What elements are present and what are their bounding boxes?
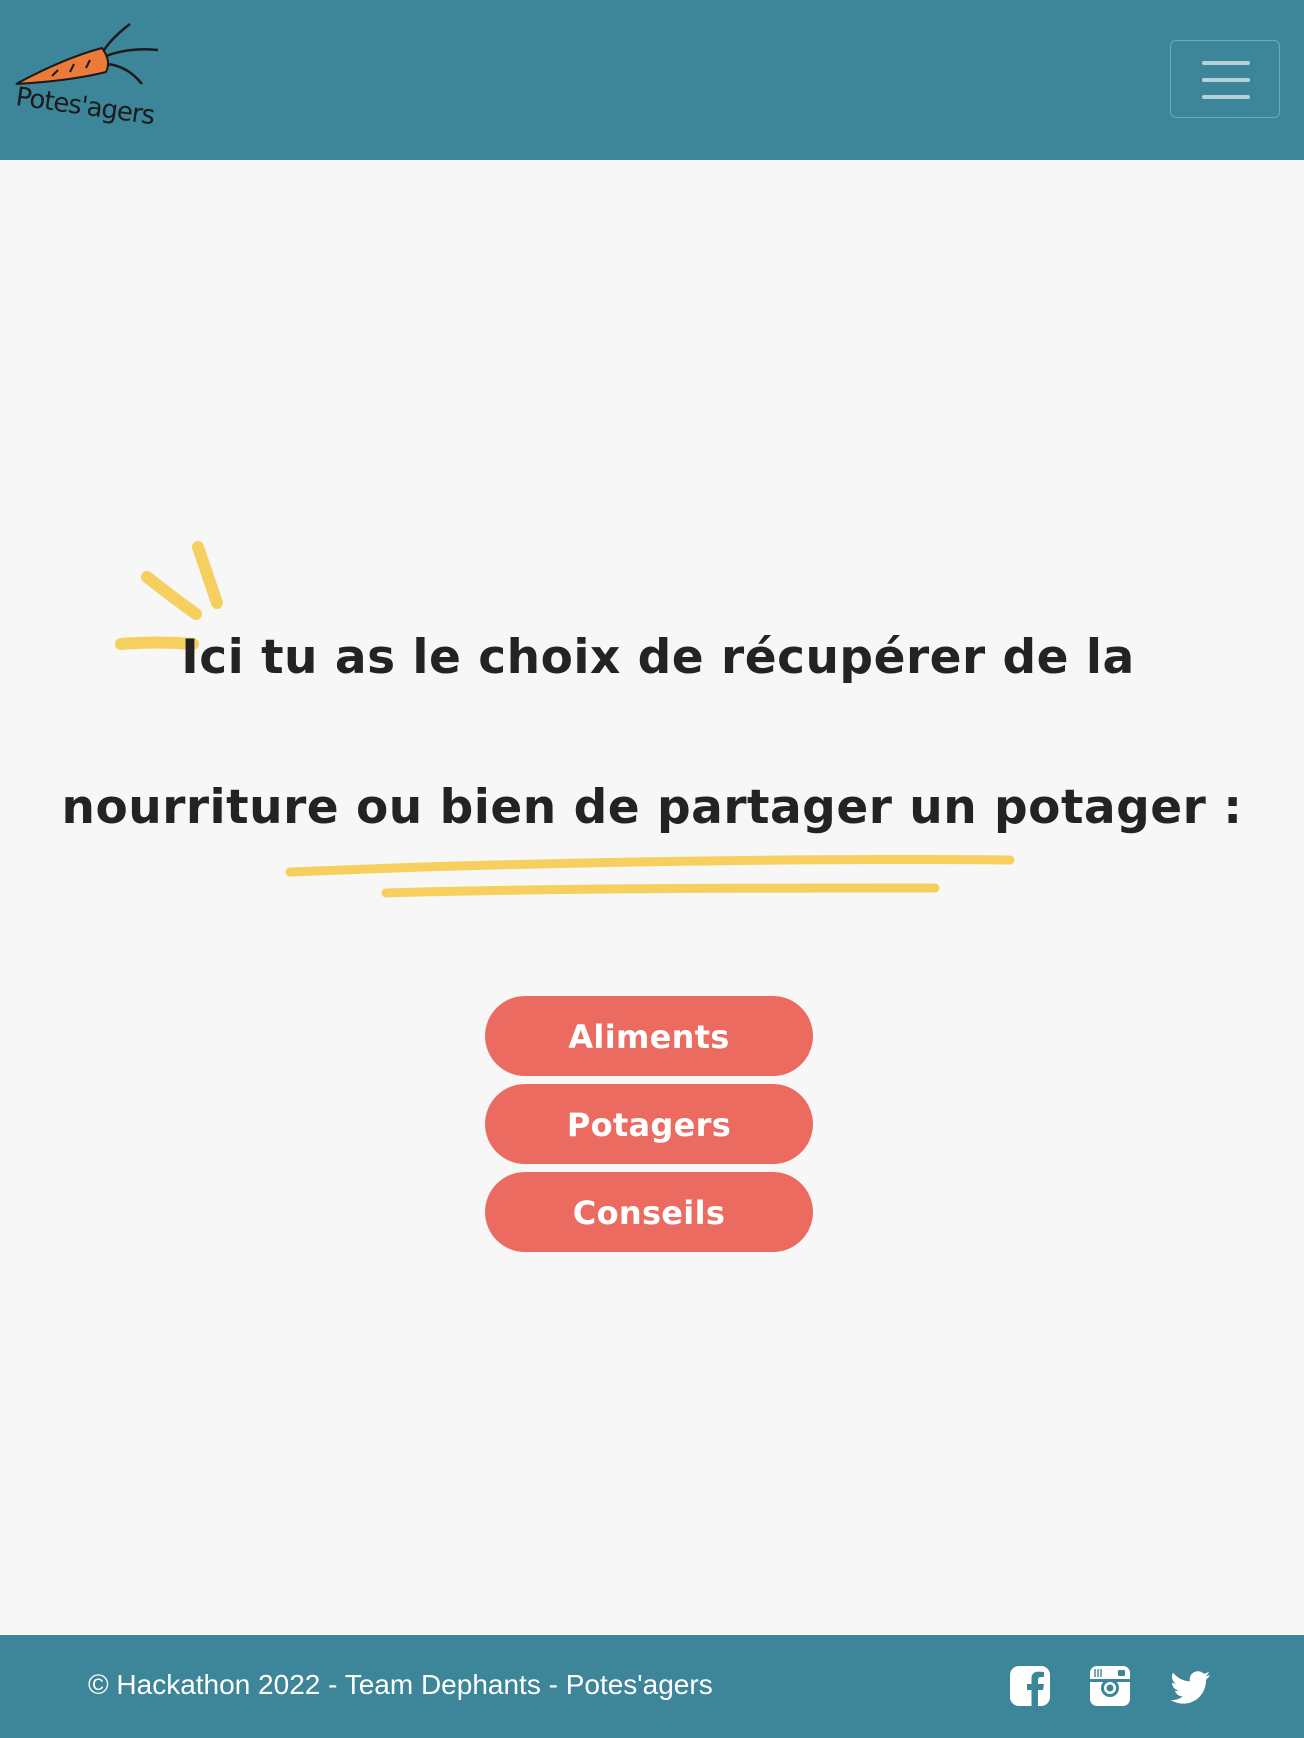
- underline-stroke: [381, 883, 940, 898]
- brand-logo[interactable]: Potes'agers: [12, 20, 162, 140]
- underline-stroke: [285, 855, 1015, 877]
- hamburger-menu-button[interactable]: [1170, 40, 1280, 118]
- twitter-icon[interactable]: [1170, 1665, 1212, 1707]
- instagram-icon[interactable]: [1089, 1665, 1131, 1707]
- main-content: Ici tu as le choix de récupérer de la no…: [0, 160, 1304, 1635]
- hamburger-icon: [1202, 95, 1250, 99]
- conseils-button[interactable]: Conseils: [485, 1172, 813, 1252]
- decorative-strokes: [115, 541, 1015, 898]
- facebook-icon[interactable]: [1009, 1665, 1051, 1707]
- aliments-button[interactable]: Aliments: [485, 996, 813, 1076]
- potagers-button[interactable]: Potagers: [485, 1084, 813, 1164]
- headline-line-1: Ici tu as le choix de récupérer de la: [181, 630, 1135, 685]
- sparkle-stroke-icon: [192, 541, 223, 609]
- hamburger-icon: [1202, 61, 1250, 65]
- sparkle-stroke-icon: [141, 571, 202, 620]
- hamburger-icon: [1202, 78, 1250, 82]
- copyright-text: © Hackathon 2022 - Team Dephants - Potes…: [88, 1669, 713, 1700]
- top-navbar: Potes'agers: [0, 0, 1304, 160]
- headline-line-2: nourriture ou bien de partager un potage…: [61, 780, 1243, 835]
- site-footer: © Hackathon 2022 - Team Dephants - Potes…: [0, 1635, 1304, 1738]
